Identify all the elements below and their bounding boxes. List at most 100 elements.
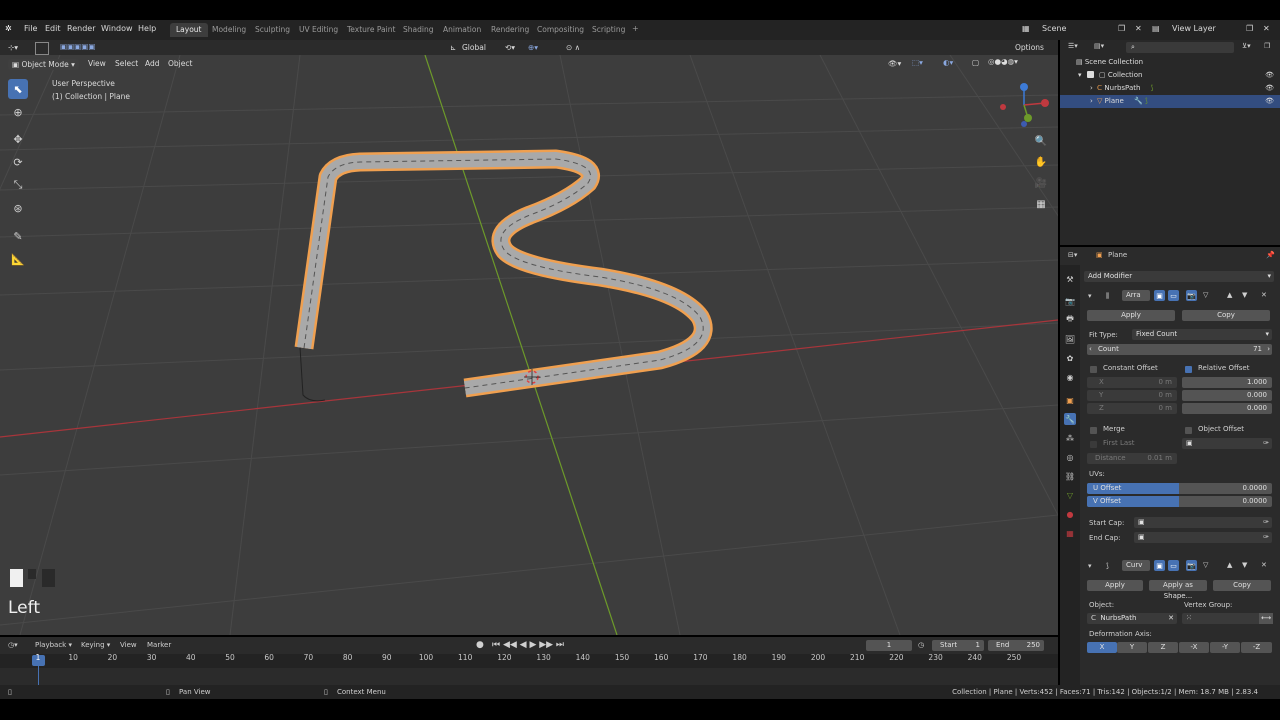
delete-scene-icon[interactable]: ✕ [1135,24,1142,33]
scene-icon[interactable]: ▦ [1022,24,1030,33]
modifier-tab-icon[interactable]: 🔧 [1064,413,1076,425]
curve-name-field[interactable]: Curv [1122,560,1150,571]
v-offset-field[interactable]: V Offset 0.0000 [1087,496,1272,507]
nurbs-path-curve[interactable] [299,346,326,402]
outliner[interactable]: ☰▾ ▤▾ ⌕ ⊻▾ ❐ ▤ Scene Collection ▾ ▢ Coll… [1060,40,1280,245]
editmode-toggle-icon[interactable]: ▣ [1154,290,1165,301]
collection-checkbox[interactable] [1086,71,1094,78]
collapse-arrow-icon[interactable]: ▾ [1088,292,1092,300]
relative-y-field[interactable]: 0.000 [1182,390,1272,401]
texture-tab-icon[interactable]: ▦ [1064,527,1076,539]
expand-arrow-icon[interactable]: › [1090,84,1093,92]
curve-copy-button[interactable]: Copy [1213,580,1271,591]
tab-compositing[interactable]: Compositing [531,23,590,37]
display-mode-icon[interactable]: ▤▾ [1094,42,1104,50]
render-toggle-icon[interactable]: 📷 [1186,290,1197,301]
u-offset-field[interactable]: U Offset 0.0000 [1087,483,1272,494]
add-modifier-dropdown[interactable]: Add Modifier ▾ [1084,271,1274,282]
scene-tab-icon[interactable]: ✿ [1064,352,1076,364]
timeline-editor-icon[interactable]: ◷▾ [8,641,18,649]
fit-type-dropdown[interactable]: Fixed Count ▾ [1132,329,1272,340]
array-name-field[interactable]: Arra [1122,290,1150,301]
curve-object-field[interactable]: ᑕ NurbsPath ✕ [1087,613,1177,624]
invert-icon[interactable]: ⟷ [1258,613,1273,624]
axis-y-button[interactable]: Y [1117,642,1147,653]
outliner-editor-icon[interactable]: ☰▾ [1068,42,1078,50]
ortho-grid-icon[interactable]: ▦ [1032,195,1050,213]
snap-icon[interactable]: ⊕▾ [528,43,538,52]
menu-select[interactable]: Select [115,59,138,68]
transform-orientation[interactable]: Global [462,43,486,52]
editor-type-icon[interactable]: ⊹▾ [8,43,18,52]
constant-offset-checkbox[interactable] [1090,366,1097,373]
navigation-gizmo[interactable] [1000,83,1049,127]
cursor-tool-icon[interactable]: ⊕ [8,102,28,122]
material-tab-icon[interactable]: ● [1064,508,1076,520]
tab-modeling[interactable]: Modeling [206,23,252,37]
axis-z-button[interactable]: Z [1148,642,1178,653]
record-icon[interactable]: ● [476,640,484,650]
menu-playback[interactable]: Playback ▾ [35,641,72,649]
start-cap-field[interactable]: ▣ ✑ [1134,517,1272,528]
orientation-icon[interactable]: ⊾ [450,43,456,52]
menu-render[interactable]: Render [67,24,95,33]
menu-keying[interactable]: Keying ▾ [81,641,110,649]
new-view-layer-icon[interactable]: ❐ [1246,24,1253,33]
constant-x-field[interactable]: X 0 m [1087,377,1177,388]
increment-icon[interactable]: › [1267,344,1270,355]
world-tab-icon[interactable]: ◉ [1064,371,1076,383]
clear-icon[interactable]: ✕ [1168,613,1174,624]
playback-controls-icons[interactable]: ⏮ ◀◀ ◀ ▶ ▶▶ ⏭ [492,640,564,650]
scene-name[interactable]: Scene [1042,24,1066,33]
object-offset-checkbox[interactable] [1185,427,1192,434]
outliner-row-collection[interactable]: ▾ ▢ Collection 👁 [1060,69,1280,82]
constraints-tab-icon[interactable]: ⛓ [1064,470,1076,482]
move-down-icon[interactable]: ▼ [1242,561,1247,569]
cage-toggle-icon[interactable]: ▽ [1203,291,1208,299]
axis-neg-z-button[interactable]: -Z [1241,642,1272,653]
axis-neg-y-button[interactable]: -Y [1210,642,1240,653]
tool-tab-icon[interactable]: ⚒ [1064,273,1076,285]
eye-icon[interactable]: 👁 [1265,95,1274,108]
relative-offset-checkbox[interactable] [1185,366,1192,373]
menu-marker[interactable]: Marker [147,641,171,649]
scale-tool-icon[interactable]: ⤡ [8,175,28,195]
current-frame-field[interactable]: 1 [866,640,912,651]
outliner-row-plane[interactable]: › ▽ Plane 🔧 ⟆ 👁 [1060,95,1280,108]
menu-view[interactable]: View [88,59,106,68]
options-menu[interactable]: Options [1015,43,1044,52]
rotate-tool-icon[interactable]: ⟳ [8,152,28,172]
move-tool-icon[interactable]: ✥ [8,129,28,149]
viewport-toggle-icon[interactable]: ▭ [1168,560,1179,571]
collapse-arrow-icon[interactable]: ▾ [1088,562,1092,570]
eye-icon[interactable]: 👁 [1265,82,1274,95]
tab-shading[interactable]: Shading [397,23,439,37]
annotate-tool-icon[interactable]: ✎ [8,226,28,246]
xray-icon[interactable]: ▢ [972,58,979,67]
add-workspace-icon[interactable]: + [632,24,639,33]
preview-range-icon[interactable]: ◷ [918,641,924,649]
merge-checkbox[interactable] [1090,427,1097,434]
remove-modifier-icon[interactable]: ✕ [1261,561,1267,569]
3d-viewport[interactable]: ▣ Object Mode ▾ View Select Add Object 👁… [0,55,1058,635]
new-collection-icon[interactable]: ❐ [1264,42,1270,50]
tab-sculpting[interactable]: Sculpting [249,23,296,37]
eyedropper-icon[interactable]: ✑ [1263,517,1269,528]
delete-view-layer-icon[interactable]: ✕ [1263,24,1270,33]
tab-layout[interactable]: Layout [170,23,208,37]
object-tab-icon[interactable]: ▣ [1064,394,1076,406]
outliner-search-input[interactable]: ⌕ [1126,42,1234,53]
expand-arrow-icon[interactable]: › [1090,97,1093,105]
filter-icon[interactable]: ⊻▾ [1242,42,1251,50]
particles-tab-icon[interactable]: ⁂ [1064,432,1076,444]
menu-file[interactable]: File [24,24,37,33]
menu-timeline-view[interactable]: View [120,641,137,649]
menu-add[interactable]: Add [145,59,160,68]
overlay-toggle-icon[interactable]: ◐▾ [943,58,953,67]
tab-texture-paint[interactable]: Texture Paint [341,23,401,37]
first-last-checkbox[interactable] [1090,441,1097,448]
select-mode-icons[interactable]: ▣▣▣▣▣ [60,42,95,51]
end-frame-field[interactable]: End 250 [988,640,1044,651]
menu-edit[interactable]: Edit [45,24,61,33]
proportional-edit-icon[interactable]: ⊙ ∧ [566,43,580,52]
